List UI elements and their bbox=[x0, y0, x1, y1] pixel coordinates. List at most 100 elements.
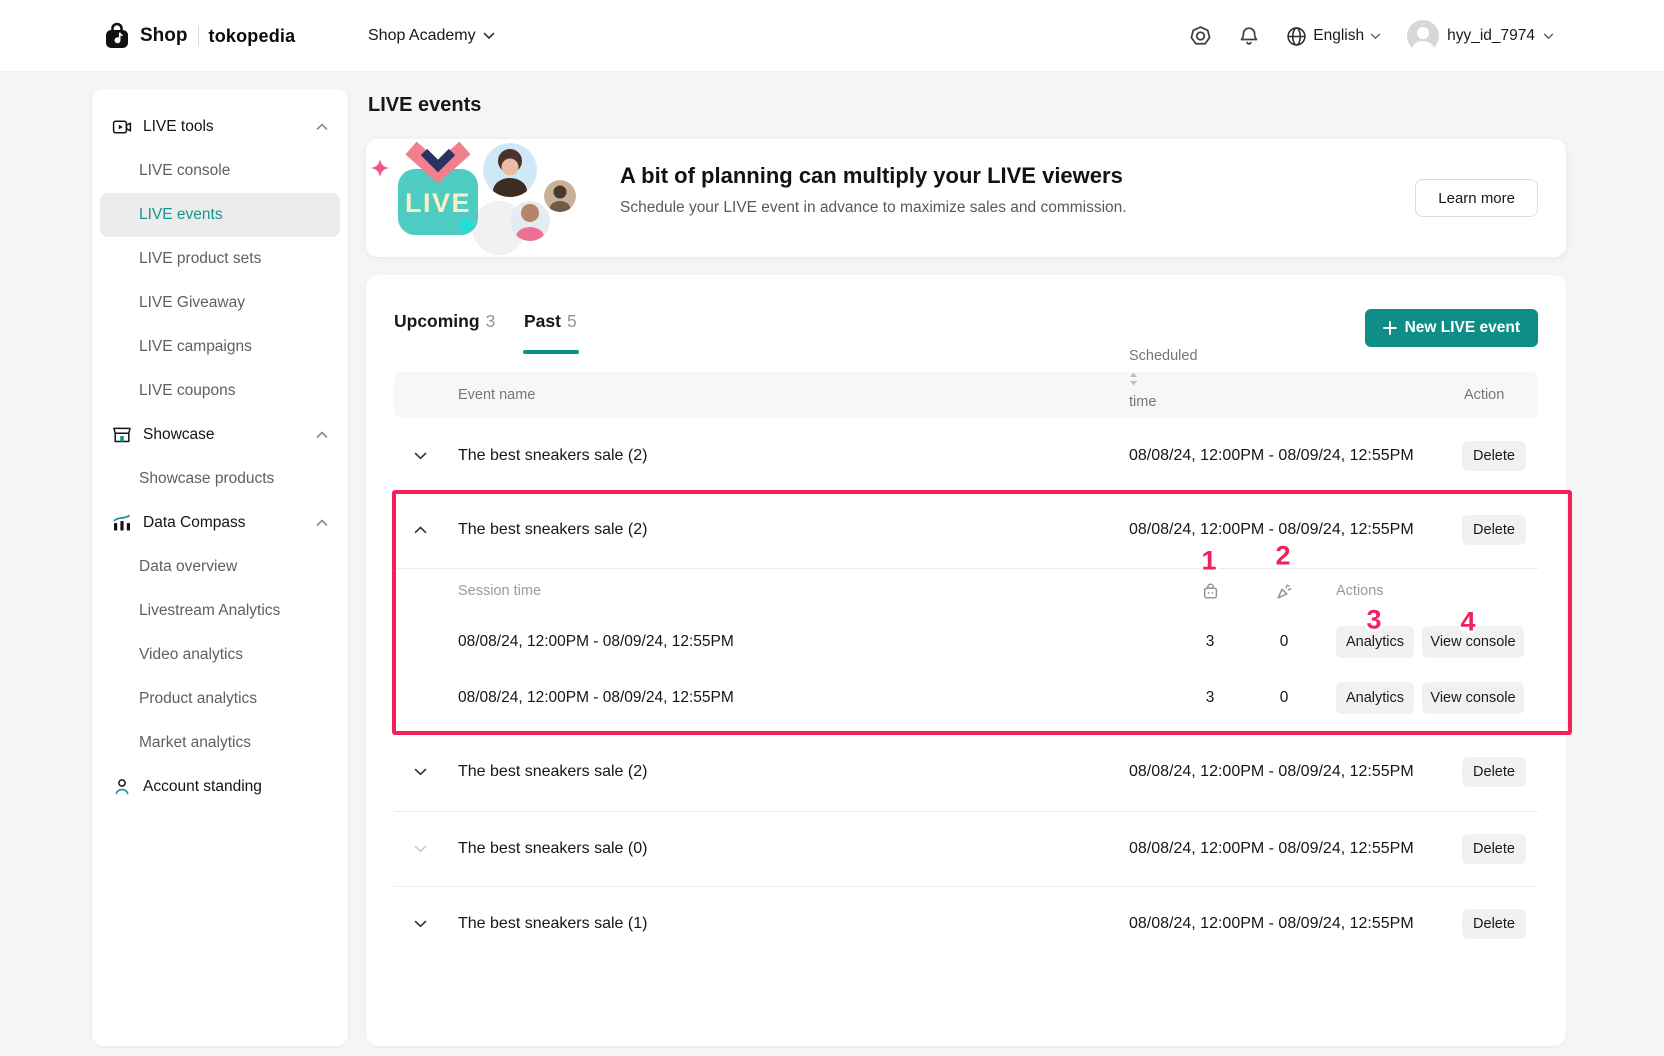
settings-gear-icon[interactable] bbox=[1189, 25, 1212, 48]
bag-icon bbox=[1190, 582, 1230, 601]
page-title: LIVE events bbox=[368, 94, 481, 117]
sidebar-item-video-analytics[interactable]: Video analytics bbox=[92, 633, 348, 677]
confetti-icon bbox=[1264, 582, 1304, 601]
sidebar-item-label: Video analytics bbox=[139, 646, 243, 664]
learn-more-button[interactable]: Learn more bbox=[1415, 179, 1538, 217]
event-scheduled-time: 08/08/24, 12:00PM - 08/09/24, 12:55PM bbox=[1129, 521, 1414, 539]
event-row[interactable]: The best sneakers sale (2) 08/08/24, 12:… bbox=[394, 733, 1538, 811]
session-table-header: Session time Actions bbox=[394, 568, 1538, 614]
session-giveaways-count: 0 bbox=[1264, 633, 1304, 651]
delete-button[interactable]: Delete bbox=[1462, 757, 1526, 787]
tab-label: Past bbox=[524, 311, 561, 331]
sidebar-item-label: Data overview bbox=[139, 558, 237, 576]
session-time: 08/08/24, 12:00PM - 08/09/24, 12:55PM bbox=[458, 633, 734, 651]
analytics-button[interactable]: Analytics bbox=[1336, 682, 1414, 714]
active-tab-underline bbox=[523, 350, 579, 354]
view-console-button[interactable]: View console bbox=[1422, 682, 1524, 714]
tab-past[interactable]: Past 5 bbox=[524, 311, 577, 332]
sidebar-item-label: LIVE console bbox=[139, 162, 230, 180]
sidebar-item-live-coupons[interactable]: LIVE coupons bbox=[92, 369, 348, 413]
tab-count: 3 bbox=[486, 311, 496, 331]
language-label: English bbox=[1313, 27, 1364, 45]
delete-button[interactable]: Delete bbox=[1462, 441, 1526, 471]
column-session-time: Session time bbox=[458, 583, 541, 599]
sidebar-item-showcase-products[interactable]: Showcase products bbox=[92, 457, 348, 501]
event-name: The best sneakers sale (2) bbox=[458, 521, 647, 539]
sidebar-item-label: LIVE campaigns bbox=[139, 338, 252, 356]
event-row[interactable]: The best sneakers sale (1) 08/08/24, 12:… bbox=[394, 886, 1538, 962]
live-events-card: Upcoming3 Past 5 New LIVE event Event nam… bbox=[366, 275, 1566, 1046]
chevron-down-icon[interactable] bbox=[394, 920, 458, 928]
column-action: Action bbox=[1464, 372, 1504, 418]
sidebar-item-live-campaigns[interactable]: LIVE campaigns bbox=[92, 325, 348, 369]
shop-academy-label: Shop Academy bbox=[368, 27, 476, 45]
chevron-down-icon bbox=[1543, 33, 1554, 40]
event-row-expanded[interactable]: The best sneakers sale (2) 08/08/24, 12:… bbox=[394, 492, 1538, 568]
event-scheduled-time: 08/08/24, 12:00PM - 08/09/24, 12:55PM bbox=[1129, 915, 1414, 933]
account-standing-person-icon bbox=[112, 777, 132, 797]
column-actions: Actions bbox=[1336, 583, 1384, 599]
view-console-button[interactable]: View console bbox=[1422, 626, 1524, 658]
sidebar-item-label: LIVE Giveaway bbox=[139, 294, 245, 312]
sidebar-item-label: LIVE events bbox=[139, 206, 223, 224]
chevron-down-icon[interactable] bbox=[394, 452, 458, 460]
new-live-event-button[interactable]: New LIVE event bbox=[1365, 309, 1538, 347]
sidebar-group-data-compass[interactable]: Data Compass bbox=[92, 501, 348, 545]
sidebar-item-live-giveaway[interactable]: LIVE Giveaway bbox=[92, 281, 348, 325]
sidebar-item-label: LIVE product sets bbox=[139, 250, 261, 268]
delete-button[interactable]: Delete bbox=[1462, 515, 1526, 545]
sidebar-group-showcase[interactable]: Showcase bbox=[92, 413, 348, 457]
globe-icon bbox=[1286, 26, 1307, 47]
notifications-bell-icon[interactable] bbox=[1238, 25, 1260, 48]
analytics-button[interactable]: Analytics bbox=[1336, 626, 1414, 658]
event-scheduled-time: 08/08/24, 12:00PM - 08/09/24, 12:55PM bbox=[1129, 763, 1414, 781]
sidebar-item-label: Market analytics bbox=[139, 734, 251, 752]
delete-button[interactable]: Delete bbox=[1462, 834, 1526, 864]
session-row: 08/08/24, 12:00PM - 08/09/24, 12:55PM 3 … bbox=[394, 670, 1538, 726]
sidebar-item-label: Product analytics bbox=[139, 690, 257, 708]
showcase-storefront-icon bbox=[112, 425, 132, 445]
shop-academy-menu[interactable]: Shop Academy bbox=[368, 0, 495, 72]
live-tools-icon bbox=[112, 117, 132, 137]
sidebar-item-label: Livestream Analytics bbox=[139, 602, 280, 620]
top-header: Shop tokopedia Shop Academy English hyy_… bbox=[0, 0, 1664, 72]
avatar bbox=[1407, 20, 1439, 52]
event-row[interactable]: The best sneakers sale (2) 08/08/24, 12:… bbox=[394, 420, 1538, 492]
logo[interactable]: Shop tokopedia bbox=[104, 0, 295, 72]
table-header: Event name Scheduled time Action bbox=[394, 372, 1538, 418]
chevron-down-icon-disabled bbox=[394, 845, 458, 853]
delete-button[interactable]: Delete bbox=[1462, 909, 1526, 939]
sidebar-item-live-console[interactable]: LIVE console bbox=[92, 149, 348, 193]
sidebar-group-label: LIVE tools bbox=[143, 118, 214, 136]
language-selector[interactable]: English bbox=[1286, 26, 1381, 47]
event-scheduled-time: 08/08/24, 12:00PM - 08/09/24, 12:55PM bbox=[1129, 840, 1414, 858]
column-scheduled-time[interactable]: Scheduled time bbox=[1129, 372, 1138, 386]
sidebar-group-label: Account standing bbox=[143, 778, 262, 796]
event-row[interactable]: The best sneakers sale (0) 08/08/24, 12:… bbox=[394, 811, 1538, 886]
column-scheduled-time-label: Scheduled time bbox=[1129, 333, 1198, 425]
sidebar-item-market-analytics[interactable]: Market analytics bbox=[92, 721, 348, 765]
sidebar-item-product-analytics[interactable]: Product analytics bbox=[92, 677, 348, 721]
sidebar-item-livestream-analytics[interactable]: Livestream Analytics bbox=[92, 589, 348, 633]
plus-icon bbox=[1383, 321, 1397, 335]
event-name: The best sneakers sale (1) bbox=[458, 915, 647, 933]
chevron-up-icon[interactable] bbox=[394, 526, 458, 534]
sidebar-item-data-overview[interactable]: Data overview bbox=[92, 545, 348, 589]
chevron-up-icon bbox=[316, 431, 328, 439]
chevron-down-icon[interactable] bbox=[394, 768, 458, 776]
account-menu[interactable]: hyy_id_7974 bbox=[1407, 20, 1554, 52]
tab-upcoming[interactable]: Upcoming3 bbox=[394, 311, 495, 332]
sidebar-group-label: Data Compass bbox=[143, 514, 246, 532]
sidebar-item-live-events[interactable]: LIVE events bbox=[100, 193, 340, 237]
event-name: The best sneakers sale (2) bbox=[458, 763, 647, 781]
sidebar-item-live-product-sets[interactable]: LIVE product sets bbox=[92, 237, 348, 281]
banner-title: A bit of planning can multiply your LIVE… bbox=[620, 163, 1123, 189]
data-compass-chart-icon bbox=[112, 513, 132, 533]
tab-count: 5 bbox=[567, 311, 577, 331]
logo-brand-text: tokopedia bbox=[209, 26, 296, 47]
sidebar-item-label: LIVE coupons bbox=[139, 382, 236, 400]
sidebar-item-account-standing[interactable]: Account standing bbox=[92, 765, 348, 809]
sidebar-group-live-tools[interactable]: LIVE tools bbox=[92, 105, 348, 149]
new-live-event-label: New LIVE event bbox=[1405, 319, 1520, 337]
event-name: The best sneakers sale (2) bbox=[458, 447, 647, 465]
